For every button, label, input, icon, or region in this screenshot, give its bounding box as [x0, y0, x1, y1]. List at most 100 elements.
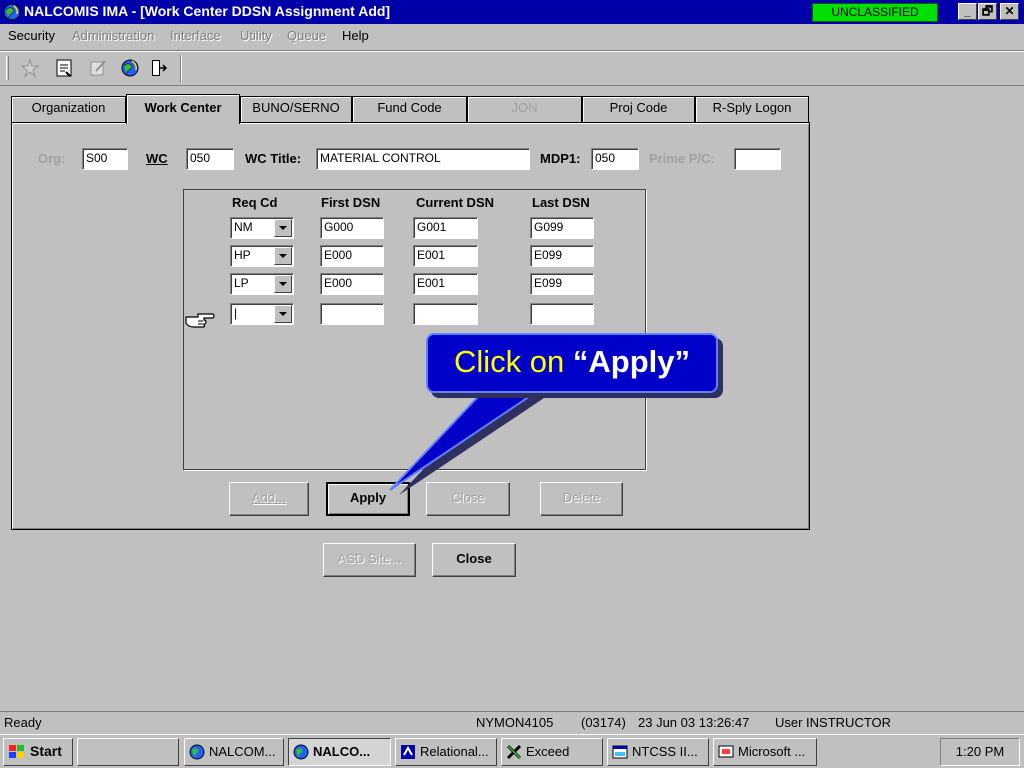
status-state: Ready	[4, 715, 42, 730]
current-dsn-field[interactable]: E001	[413, 273, 478, 295]
current-dsn-field[interactable]: E001	[413, 245, 478, 267]
document-icon[interactable]	[52, 57, 76, 79]
column-header-current-dsn: Current DSN	[416, 195, 495, 210]
menu-utility[interactable]: Utility	[240, 28, 272, 43]
menu-interface[interactable]: Interface	[170, 28, 221, 43]
wc-title-label: WC Title:	[245, 151, 302, 166]
taskbar-item-label: Exceed	[526, 744, 570, 759]
chevron-down-icon[interactable]	[274, 247, 292, 265]
globe-icon	[293, 744, 309, 760]
wc-field[interactable]: 050	[186, 148, 234, 170]
taskbar-item-exceed[interactable]: Exceed	[501, 738, 603, 766]
start-label: Start	[30, 743, 62, 759]
status-session: (03174)	[581, 715, 626, 730]
last-dsn-field[interactable]: G099	[530, 217, 594, 239]
menu-bar: Security Administration Interface Utilit…	[0, 24, 1024, 48]
taskbar-item-label: Microsoft ...	[738, 744, 806, 759]
tab-proj-code[interactable]: Proj Code	[582, 96, 695, 122]
wc-label: WC	[146, 151, 168, 166]
toolbar-separator	[180, 55, 182, 83]
windows-logo-icon	[9, 745, 24, 758]
taskbar: Start NALCOM... NALCO... Relational... E…	[0, 734, 1024, 768]
first-dsn-field[interactable]: E000	[320, 245, 384, 267]
restore-button[interactable]: 🗗	[978, 3, 997, 20]
taskbar-item-label: NALCO...	[313, 744, 371, 759]
window-icon	[612, 745, 628, 759]
prime-pc-field[interactable]	[734, 148, 781, 170]
callout-lead-text: Click on	[454, 344, 573, 379]
org-field[interactable]: S00	[82, 148, 128, 170]
first-dsn-field[interactable]: E000	[320, 273, 384, 295]
mdp1-label: MDP1:	[540, 151, 581, 166]
taskbar-item-relational[interactable]: Relational...	[395, 738, 497, 766]
presentation-icon	[718, 745, 734, 758]
delete-button[interactable]: Delete	[540, 482, 623, 516]
tab-fund-code[interactable]: Fund Code	[352, 96, 467, 122]
last-dsn-field[interactable]: E099	[530, 273, 594, 295]
system-tray-clock[interactable]: 1:20 PM	[940, 738, 1020, 766]
taskbar-item-ntcss[interactable]: NTCSS II...	[607, 738, 709, 766]
chevron-down-icon[interactable]	[274, 275, 292, 293]
last-dsn-field[interactable]	[530, 303, 594, 325]
req-cd-select[interactable]: NM	[230, 217, 294, 239]
first-dsn-field[interactable]: G000	[320, 217, 384, 239]
instruction-callout: Click on “Apply”	[426, 333, 718, 393]
last-dsn-field[interactable]: E099	[530, 245, 594, 267]
req-cd-select[interactable]: |	[230, 303, 294, 325]
globe-icon[interactable]	[118, 57, 142, 79]
exit-door-icon[interactable]	[146, 57, 170, 79]
status-user: User INSTRUCTOR	[775, 715, 892, 730]
tab-organization[interactable]: Organization	[11, 96, 126, 122]
edit-icon[interactable]	[86, 57, 110, 79]
toolbar-grip[interactable]	[6, 56, 9, 80]
pointing-hand-icon	[185, 313, 215, 328]
req-cd-value: HP	[234, 248, 251, 262]
title-bar[interactable]: NALCOMIS IMA - [Work Center DDSN Assignm…	[0, 0, 1024, 24]
taskbar-item-microsoft[interactable]: Microsoft ...	[713, 738, 817, 766]
prime-pc-label: Prime P/C:	[649, 151, 715, 166]
chevron-down-icon[interactable]	[274, 305, 292, 323]
current-dsn-field[interactable]	[413, 303, 478, 325]
inner-close-button[interactable]: Close	[426, 482, 510, 516]
tab-jon[interactable]: JON	[467, 96, 582, 122]
asd-site-button[interactable]: ASD Site...	[323, 543, 416, 577]
menu-help[interactable]: Help	[342, 28, 369, 43]
close-button[interactable]: Close	[432, 543, 516, 577]
column-header-last-dsn: Last DSN	[532, 195, 590, 210]
first-dsn-field[interactable]	[320, 303, 384, 325]
mdp1-field[interactable]: 050	[591, 148, 639, 170]
chevron-down-icon[interactable]	[274, 219, 292, 237]
window-title: NALCOMIS IMA - [Work Center DDSN Assignm…	[24, 3, 391, 19]
status-bar: Ready NYMON4105 (03174) 23 Jun 03 13:26:…	[0, 711, 1024, 733]
status-datetime: 23 Jun 03 13:26:47	[638, 715, 750, 730]
start-button[interactable]: Start	[3, 738, 73, 766]
toolbar	[0, 50, 1024, 86]
taskbar-item-label: NTCSS II...	[632, 744, 698, 759]
req-cd-value: |	[234, 306, 238, 320]
req-cd-select[interactable]: LP	[230, 273, 294, 295]
apply-button[interactable]: Apply	[326, 482, 410, 516]
req-cd-select[interactable]: HP	[230, 245, 294, 267]
add-button[interactable]: Add...	[229, 482, 309, 516]
globe-icon	[189, 744, 205, 760]
taskbar-item-blank[interactable]	[77, 738, 179, 766]
column-header-first-dsn: First DSN	[321, 195, 381, 210]
menu-queue[interactable]: Queue	[287, 28, 326, 43]
tab-buno-serno[interactable]: BUNO/SERNO	[240, 96, 352, 122]
globe-icon	[3, 3, 21, 21]
app-icon	[401, 745, 415, 759]
taskbar-item-nalcomis-2[interactable]: NALCO...	[288, 738, 391, 766]
current-dsn-field[interactable]: G001	[413, 217, 478, 239]
menu-administration[interactable]: Administration	[72, 28, 154, 43]
tab-work-center[interactable]: Work Center	[126, 94, 240, 124]
taskbar-item-label: NALCOM...	[209, 744, 276, 759]
tab-r-sply-logon[interactable]: R-Sply Logon	[695, 96, 809, 122]
star-icon[interactable]	[18, 57, 42, 79]
status-host: NYMON4105	[476, 715, 554, 730]
menu-security[interactable]: Security	[8, 28, 55, 43]
org-label: Org:	[38, 151, 66, 166]
wc-title-field[interactable]: MATERIAL CONTROL	[316, 148, 530, 170]
taskbar-item-nalcomis-1[interactable]: NALCOM...	[184, 738, 284, 766]
minimize-button[interactable]: _	[958, 3, 977, 20]
close-window-button[interactable]: ✕	[1000, 3, 1019, 20]
